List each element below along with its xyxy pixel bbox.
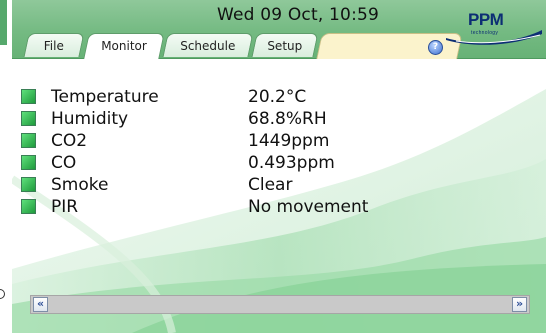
sensor-value: 1449ppm	[248, 131, 330, 151]
sensor-label: Temperature	[51, 87, 159, 107]
sensor-label: Humidity	[51, 109, 129, 129]
status-ok-icon	[21, 111, 36, 126]
logo-text: PPM	[468, 10, 504, 29]
tab-schedule[interactable]: Schedule	[162, 33, 254, 57]
sensor-value: Clear	[248, 175, 293, 195]
sensor-label: CO2	[51, 131, 88, 151]
tab-monitor-label: Monitor	[101, 39, 147, 53]
status-ok-icon	[21, 177, 36, 192]
sensor-value: No movement	[248, 197, 369, 217]
tab-schedule-label: Schedule	[180, 39, 236, 53]
tab-monitor[interactable]: Monitor	[83, 33, 165, 59]
device-screen: Wed 09 Oct, 10:59 File Monitor Schedule …	[12, 0, 546, 333]
help-icon[interactable]: ?	[428, 40, 443, 55]
tab-setup[interactable]: Setup	[251, 33, 319, 57]
tab-file[interactable]: File	[23, 33, 85, 57]
tab-file-label: File	[43, 39, 64, 53]
logo-subtext: technology	[471, 30, 499, 36]
tab-setup-label: Setup	[267, 39, 303, 53]
status-ok-icon	[21, 89, 36, 104]
sensor-value: 68.8%RH	[248, 109, 327, 129]
double-chevron-right-icon[interactable]: »	[512, 297, 527, 312]
sensor-label: Smoke	[51, 175, 109, 195]
status-ok-icon	[21, 199, 36, 214]
sensor-label: PIR	[51, 197, 79, 217]
left-frame-accent	[0, 0, 7, 45]
sensor-value: 20.2°C	[248, 87, 307, 107]
status-ok-icon	[21, 133, 36, 148]
top-bar: Wed 09 Oct, 10:59 File Monitor Schedule …	[12, 0, 546, 59]
clock-display: Wed 09 Oct, 10:59	[216, 5, 380, 25]
status-ok-icon	[21, 155, 36, 170]
left-frame-bracket	[0, 289, 5, 299]
ppm-logo: PPM technology	[444, 8, 544, 48]
double-chevron-left-icon[interactable]: «	[33, 297, 48, 312]
sensor-label: CO	[51, 153, 77, 173]
monitor-panel: Temperature 20.2°C Humidity 68.8%RH CO2 …	[12, 59, 546, 333]
left-frame	[0, 0, 12, 333]
sensor-value: 0.493ppm	[248, 153, 335, 173]
horizontal-scrollbar[interactable]: « »	[30, 295, 530, 314]
